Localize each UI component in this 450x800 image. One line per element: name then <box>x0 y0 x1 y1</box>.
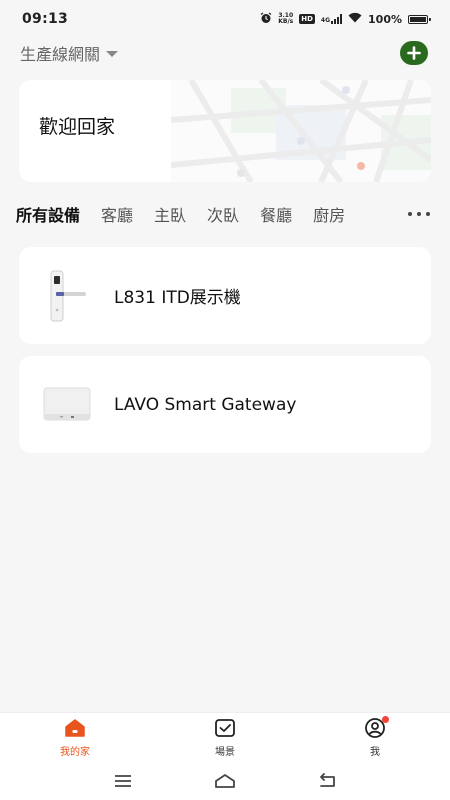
alarm-icon <box>260 12 272 27</box>
tab-second-bedroom[interactable]: 次臥 <box>207 202 239 226</box>
status-bar: 09:13 3.10 KB/s HD 4G 100% <box>0 0 450 38</box>
back-button[interactable] <box>316 772 338 790</box>
door-lock-icon <box>19 247 114 344</box>
network-type: 4G <box>320 17 331 24</box>
notification-dot <box>382 716 389 723</box>
device-name: L831 ITD展示機 <box>114 288 241 308</box>
wifi-icon <box>348 12 362 26</box>
nav-scenes[interactable]: 場景 <box>175 717 275 758</box>
status-time: 09:13 <box>22 11 69 27</box>
cell-signal-icon: 4G <box>320 14 343 24</box>
nav-label: 我的家 <box>60 747 90 758</box>
nav-label: 我 <box>370 747 380 758</box>
more-rooms-button[interactable] <box>406 202 432 226</box>
tab-master-bedroom[interactable]: 主臥 <box>154 202 186 226</box>
device-card-lock[interactable]: L831 ITD展示機 <box>19 247 431 344</box>
welcome-text: 歡迎回家 <box>39 116 116 138</box>
nav-me[interactable]: 我 <box>325 716 425 758</box>
menu-icon <box>115 775 131 787</box>
more-dot <box>426 212 430 216</box>
map-illustration <box>171 80 431 182</box>
net-speed-unit: KB/s <box>278 18 294 25</box>
system-nav-bar <box>0 762 450 800</box>
bottom-nav: 我的家 場景 我 <box>0 712 450 762</box>
more-dot <box>417 212 421 216</box>
battery-icon <box>408 14 431 24</box>
tab-all-devices[interactable]: 所有設備 <box>16 202 80 226</box>
caret-down-icon <box>106 51 119 57</box>
device-name: LAVO Smart Gateway <box>114 394 297 415</box>
welcome-card[interactable]: 歡迎回家 <box>19 80 431 182</box>
plus-icon <box>407 46 421 60</box>
gateway-icon <box>19 356 114 453</box>
home-icon <box>64 717 86 739</box>
menu-button[interactable] <box>112 772 134 790</box>
home-name: 生產線網關 <box>20 45 101 64</box>
tabs-fade <box>376 200 406 228</box>
profile-icon <box>364 716 389 739</box>
nav-label: 場景 <box>215 747 235 758</box>
tab-dining-room[interactable]: 餐廳 <box>260 202 292 226</box>
add-device-button[interactable] <box>400 41 428 65</box>
status-icons: 3.10 KB/s HD 4G 100% <box>260 12 431 27</box>
device-card-gateway[interactable]: LAVO Smart Gateway <box>19 356 431 453</box>
hd-badge: HD <box>299 14 315 24</box>
back-icon <box>320 773 335 787</box>
tab-living-room[interactable]: 客廳 <box>101 202 133 226</box>
net-speed: 3.10 KB/s <box>278 13 293 25</box>
house-outline-icon <box>215 774 235 788</box>
nav-my-home[interactable]: 我的家 <box>25 717 125 758</box>
room-tabs: 所有設備 客廳 主臥 次臥 餐廳 廚房 <box>0 200 450 228</box>
scene-icon <box>214 717 236 739</box>
more-dot <box>408 212 412 216</box>
home-button[interactable] <box>214 772 236 790</box>
tab-kitchen[interactable]: 廚房 <box>313 202 345 226</box>
header: 生產線網關 <box>0 38 450 68</box>
home-selector[interactable]: 生產線網關 <box>20 41 119 65</box>
battery-percent: 100% <box>368 12 402 26</box>
